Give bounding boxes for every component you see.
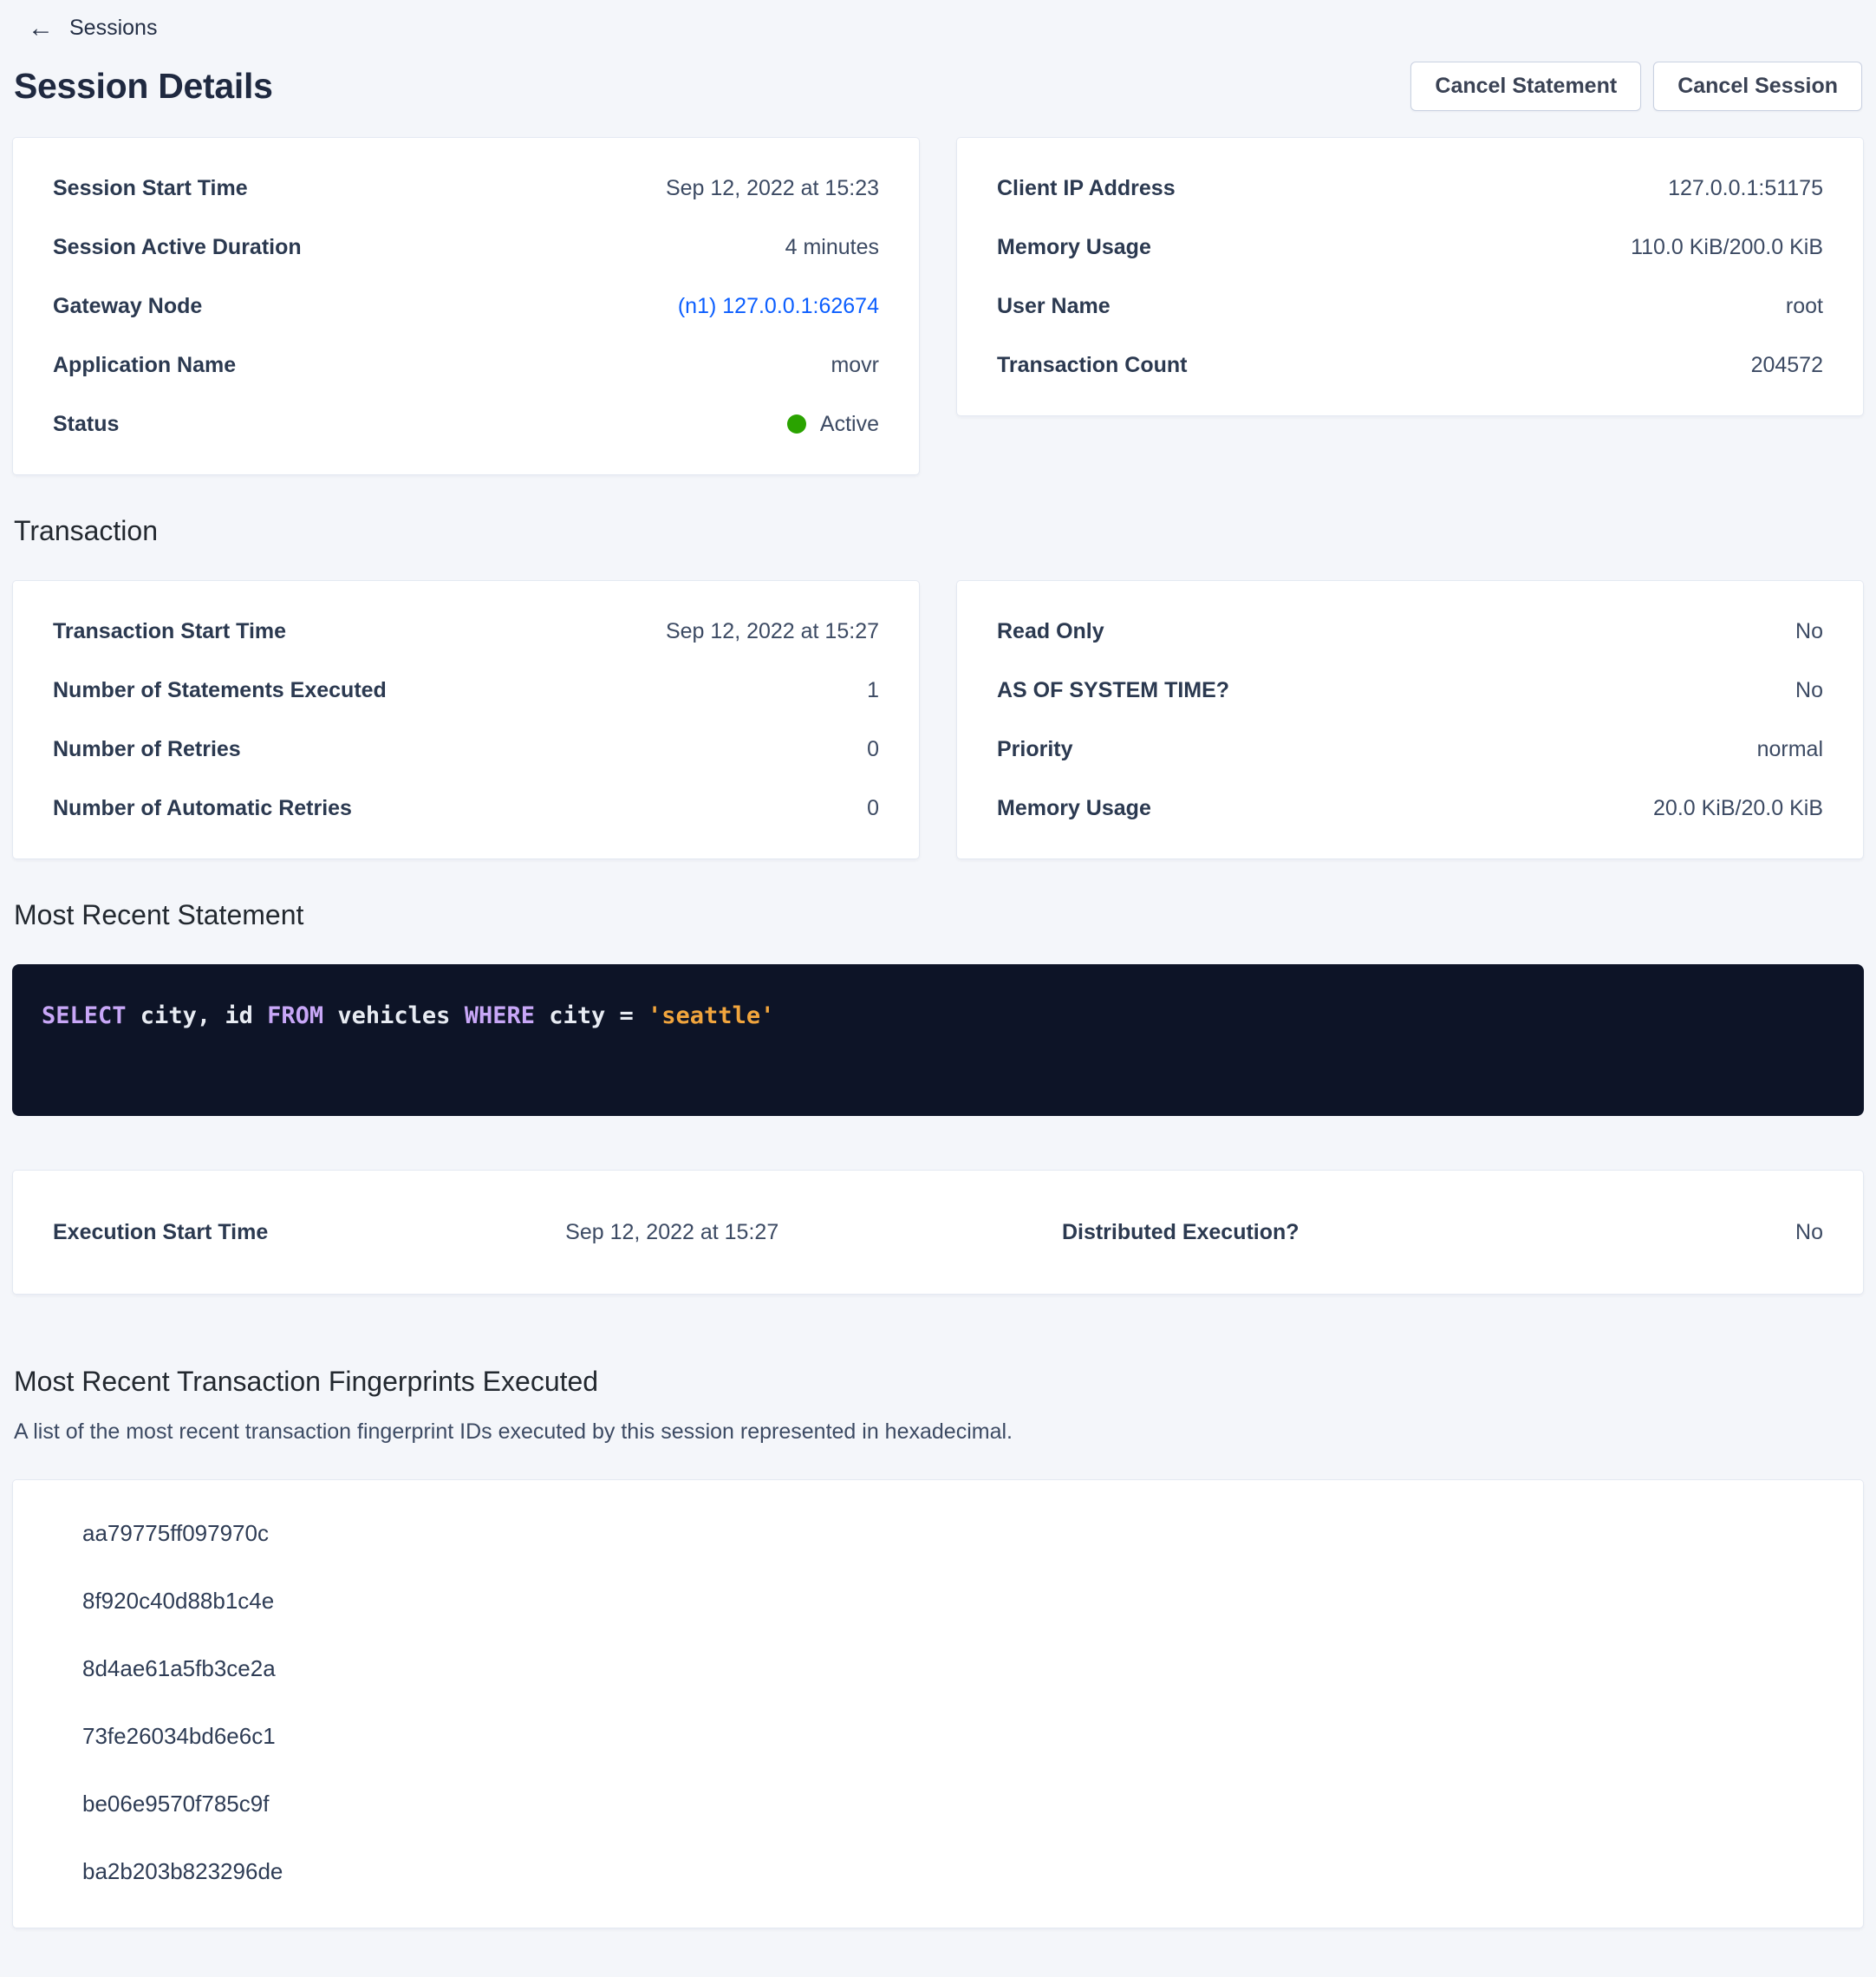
execution-start-time-row: Execution Start Time Sep 12, 2022 at 15:…	[53, 1219, 778, 1245]
kv-value: No	[1795, 1219, 1823, 1245]
session-summary-row: Session Start Time Sep 12, 2022 at 15:23…	[12, 137, 1864, 475]
client-ip-row: Client IP Address 127.0.0.1:51175	[997, 176, 1823, 200]
sql-token: city =	[535, 1002, 648, 1029]
kv-label: Number of Automatic Retries	[53, 796, 352, 820]
kv-label: Number of Retries	[53, 737, 241, 761]
fingerprint-id: aa79775ff097970c	[82, 1520, 1823, 1546]
user-name-row: User Name root	[997, 294, 1823, 318]
gateway-node-row: Gateway Node (n1) 127.0.0.1:62674	[53, 294, 879, 318]
kv-label: Priority	[997, 737, 1073, 761]
transaction-count-row: Transaction Count 204572	[997, 353, 1823, 377]
distributed-execution-row: Distributed Execution? No	[778, 1219, 1823, 1245]
sql-statement: SELECT city, id FROM vehicles WHERE city…	[42, 1002, 774, 1029]
transaction-left-card: Transaction Start Time Sep 12, 2022 at 1…	[12, 580, 920, 859]
kv-label: Distributed Execution?	[1062, 1219, 1300, 1245]
kv-label: Execution Start Time	[53, 1219, 268, 1245]
as-of-system-time-row: AS OF SYSTEM TIME? No	[997, 678, 1823, 702]
kv-label: AS OF SYSTEM TIME?	[997, 678, 1229, 702]
kv-label: Transaction Start Time	[53, 619, 286, 643]
kv-value: Sep 12, 2022 at 15:23	[666, 176, 879, 200]
kv-value: 204572	[1751, 353, 1823, 377]
transaction-right-card: Read Only No AS OF SYSTEM TIME? No Prior…	[956, 580, 1864, 859]
kv-value: Sep 12, 2022 at 15:27	[666, 619, 879, 643]
statements-executed-row: Number of Statements Executed 1	[53, 678, 879, 702]
breadcrumb-sessions-link[interactable]: Sessions	[69, 16, 157, 41]
cancel-statement-button[interactable]: Cancel Statement	[1410, 62, 1641, 111]
execution-summary-card: Execution Start Time Sep 12, 2022 at 15:…	[12, 1170, 1864, 1295]
kv-value: 0	[867, 796, 879, 820]
priority-row: Priority normal	[997, 737, 1823, 761]
session-details-page: ← Sessions Session Details Cancel Statem…	[0, 0, 1876, 1977]
fingerprints-card: aa79775ff097970c 8f920c40d88b1c4e 8d4ae6…	[12, 1479, 1864, 1928]
kv-value: normal	[1757, 737, 1823, 761]
kv-label: Number of Statements Executed	[53, 678, 387, 702]
automatic-retries-row: Number of Automatic Retries 0	[53, 796, 879, 820]
fingerprint-id: be06e9570f785c9f	[82, 1791, 1823, 1817]
fingerprint-id: ba2b203b823296de	[82, 1858, 1823, 1884]
transaction-summary-row: Transaction Start Time Sep 12, 2022 at 1…	[12, 580, 1864, 859]
kv-value: 4 minutes	[785, 235, 879, 259]
kv-label: Session Active Duration	[53, 235, 302, 259]
sql-token: city, id	[127, 1002, 268, 1029]
page-title: Session Details	[14, 66, 273, 107]
kv-value: 0	[867, 737, 879, 761]
kv-value: 127.0.0.1:51175	[1668, 176, 1823, 200]
sql-token: WHERE	[465, 1002, 535, 1029]
sql-statement-box: SELECT city, id FROM vehicles WHERE city…	[12, 964, 1864, 1116]
fingerprint-id: 8f920c40d88b1c4e	[82, 1588, 1823, 1614]
breadcrumb[interactable]: ← Sessions	[12, 10, 1864, 46]
cancel-session-button[interactable]: Cancel Session	[1653, 62, 1862, 111]
session-summary-card: Session Start Time Sep 12, 2022 at 15:23…	[12, 137, 920, 475]
kv-label: Memory Usage	[997, 796, 1151, 820]
kv-label: Transaction Count	[997, 353, 1187, 377]
status-badge: Active	[787, 412, 879, 436]
kv-label: Read Only	[997, 619, 1104, 643]
application-name-row: Application Name movr	[53, 353, 879, 377]
client-summary-card: Client IP Address 127.0.0.1:51175 Memory…	[956, 137, 1864, 416]
fingerprints-section-heading: Most Recent Transaction Fingerprints Exe…	[14, 1366, 1862, 1398]
kv-value: Sep 12, 2022 at 15:27	[565, 1219, 778, 1245]
kv-value: root	[1786, 294, 1823, 318]
kv-label: User Name	[997, 294, 1111, 318]
txn-memory-usage-row: Memory Usage 20.0 KiB/20.0 KiB	[997, 796, 1823, 820]
header-actions: Cancel Statement Cancel Session	[1410, 62, 1862, 111]
page-header: Session Details Cancel Statement Cancel …	[14, 62, 1862, 111]
status-active-dot	[787, 414, 806, 434]
fingerprints-description: A list of the most recent transaction fi…	[14, 1419, 1862, 1445]
transaction-section-heading: Transaction	[14, 515, 1862, 547]
status-row: Status Active	[53, 412, 879, 436]
fingerprint-id: 73fe26034bd6e6c1	[82, 1723, 1823, 1749]
kv-label: Application Name	[53, 353, 236, 377]
back-arrow-icon[interactable]: ←	[28, 16, 54, 41]
kv-value: No	[1795, 619, 1823, 643]
session-start-time-row: Session Start Time Sep 12, 2022 at 15:23	[53, 176, 879, 200]
kv-value: movr	[831, 353, 879, 377]
kv-value: 110.0 KiB/200.0 KiB	[1631, 235, 1823, 259]
sql-token: SELECT	[42, 1002, 127, 1029]
gateway-node-link[interactable]: (n1) 127.0.0.1:62674	[678, 294, 879, 318]
sql-token: 'seattle'	[648, 1002, 774, 1029]
kv-label: Client IP Address	[997, 176, 1176, 200]
kv-value: 1	[867, 678, 879, 702]
status-text: Active	[820, 412, 879, 436]
kv-value: 20.0 KiB/20.0 KiB	[1653, 796, 1823, 820]
kv-label: Gateway Node	[53, 294, 202, 318]
retries-row: Number of Retries 0	[53, 737, 879, 761]
kv-label: Memory Usage	[997, 235, 1151, 259]
sql-token: vehicles	[323, 1002, 465, 1029]
transaction-start-time-row: Transaction Start Time Sep 12, 2022 at 1…	[53, 619, 879, 643]
kv-label: Status	[53, 412, 119, 436]
statement-section-heading: Most Recent Statement	[14, 899, 1862, 931]
kv-label: Session Start Time	[53, 176, 248, 200]
session-active-duration-row: Session Active Duration 4 minutes	[53, 235, 879, 259]
fingerprint-id: 8d4ae61a5fb3ce2a	[82, 1655, 1823, 1681]
memory-usage-row: Memory Usage 110.0 KiB/200.0 KiB	[997, 235, 1823, 259]
read-only-row: Read Only No	[997, 619, 1823, 643]
sql-token: FROM	[267, 1002, 323, 1029]
kv-value: No	[1795, 678, 1823, 702]
